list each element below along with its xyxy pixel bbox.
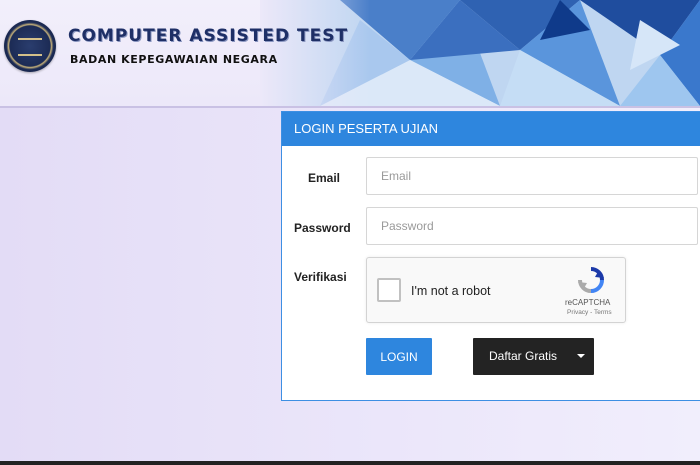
- recaptcha-logo-icon: [578, 267, 604, 293]
- bottom-border: [0, 461, 700, 465]
- page-header: COMPUTER ASSISTED TEST BADAN KEPEGAWAIAN…: [0, 0, 700, 106]
- email-label: Email: [308, 171, 341, 185]
- recaptcha-brand: reCAPTCHA: [565, 298, 611, 307]
- password-label: Password: [294, 221, 351, 235]
- login-panel-heading: LOGIN PESERTA UJIAN: [282, 112, 700, 146]
- email-field[interactable]: [366, 157, 698, 195]
- recaptcha-terms-link[interactable]: Privacy - Terms: [567, 309, 612, 316]
- app-title: COMPUTER ASSISTED TEST: [68, 26, 349, 46]
- recaptcha-widget: I'm not a robot reCAPTCHA Privacy - Term…: [366, 257, 626, 323]
- verification-label: Verifikasi: [294, 270, 347, 284]
- login-panel: LOGIN PESERTA UJIAN Email Password Verif…: [281, 111, 700, 401]
- recaptcha-label: I'm not a robot: [411, 284, 491, 298]
- caret-down-icon: [577, 354, 585, 358]
- app-subtitle: BADAN KEPEGAWAIAN NEGARA: [70, 53, 278, 66]
- geometric-banner-pattern: [260, 0, 700, 106]
- header-divider: [0, 106, 700, 108]
- register-button-label: Daftar Gratis: [489, 349, 558, 363]
- login-button[interactable]: LOGIN: [366, 338, 432, 375]
- bkn-seal-icon: [4, 20, 56, 72]
- password-field[interactable]: [366, 207, 698, 245]
- recaptcha-checkbox[interactable]: [377, 278, 401, 302]
- register-dropdown-button[interactable]: Daftar Gratis: [473, 338, 594, 375]
- logo-emblem: [18, 38, 42, 56]
